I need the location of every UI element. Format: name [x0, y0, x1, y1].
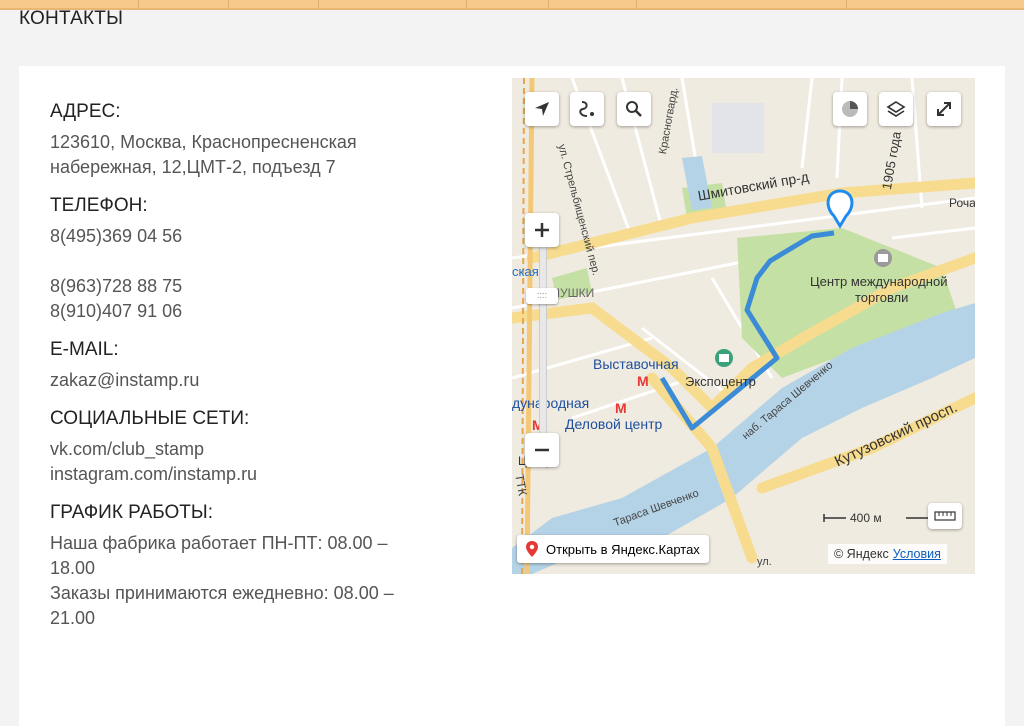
- locate-button[interactable]: [525, 92, 559, 126]
- route-button[interactable]: [570, 92, 604, 126]
- schedule-line: Заказы принимаются ежедневно: 08.00 –: [50, 583, 394, 603]
- instagram-link[interactable]: instagram.com/instamp.ru: [50, 462, 470, 487]
- terms-link[interactable]: Условия: [893, 547, 941, 561]
- map-canvas[interactable]: M M M: [512, 78, 975, 574]
- layers-icon: [886, 101, 906, 117]
- social-title: СОЦИАЛЬНЫЕ СЕТИ:: [50, 408, 250, 429]
- open-in-yandex-maps-button[interactable]: Открыть в Яндекс.Картах: [517, 535, 709, 563]
- map-label: Роча: [949, 196, 975, 210]
- nav-separator: [466, 0, 467, 8]
- contact-info: АДРЕС: 123610, Москва, Краснопресненская…: [50, 100, 470, 631]
- svg-text:M: M: [637, 373, 649, 389]
- map-label: Экспоцентр: [685, 374, 756, 389]
- metro-station-label: Деловой центр: [565, 416, 663, 432]
- traffic-icon: [842, 101, 858, 117]
- page-title: КОНТАКТЫ: [19, 8, 124, 29]
- phone-title: ТЕЛЕФОН:: [50, 195, 148, 216]
- top-navigation-bar: [0, 0, 1024, 10]
- nav-separator: [846, 0, 847, 8]
- ruler-button[interactable]: [928, 503, 962, 529]
- map-copyright: © Яндекс Условия: [828, 544, 947, 564]
- copyright-text: © Яндекс: [834, 547, 889, 561]
- schedule-line: 18.00: [50, 558, 96, 578]
- zoom-slider-track[interactable]: [539, 243, 547, 433]
- nav-separator: [318, 0, 319, 8]
- phone-link[interactable]: 8(963)728 88 75: [50, 274, 470, 299]
- search-button[interactable]: [617, 92, 651, 126]
- address-line: набережная, 12,ЦМТ-2, подъезд 7: [50, 157, 336, 177]
- vk-link[interactable]: vk.com/club_stamp: [50, 437, 470, 462]
- nav-separator: [228, 0, 229, 8]
- email-title: E-MAIL:: [50, 339, 119, 360]
- zoom-slider-handle[interactable]: ::::: [526, 288, 558, 304]
- yandex-map[interactable]: M M M Шмитовский пр-д 1905 года Роча ул.…: [512, 78, 975, 574]
- open-in-yandex-label: Открыть в Яндекс.Картах: [546, 541, 700, 557]
- phone-link[interactable]: 8(910)407 91 06: [50, 299, 470, 324]
- schedule-line: 21.00: [50, 608, 96, 628]
- layers-button[interactable]: [879, 92, 913, 126]
- nav-separator: [636, 0, 637, 8]
- fullscreen-icon: [937, 102, 951, 116]
- traffic-button[interactable]: [833, 92, 867, 126]
- map-label: торговли: [855, 290, 909, 305]
- scale-label: 400 м: [850, 511, 882, 525]
- plus-icon: [535, 223, 549, 237]
- map-label: ул.: [757, 556, 772, 568]
- map-label: Центр международной: [810, 274, 948, 289]
- map-label: ская: [512, 264, 539, 279]
- fullscreen-button[interactable]: [927, 92, 961, 126]
- ruler-icon: [934, 511, 956, 521]
- search-icon: [626, 101, 642, 117]
- minus-icon: [535, 448, 549, 452]
- schedule-line: Наша фабрика работает ПН-ПТ: 08.00 –: [50, 533, 388, 553]
- metro-station-label: дународная: [512, 395, 590, 411]
- contacts-card: АДРЕС: 123610, Москва, Краснопресненская…: [19, 66, 1005, 726]
- email-link[interactable]: zakaz@instamp.ru: [50, 368, 470, 393]
- zoom-out-button[interactable]: [525, 433, 559, 467]
- nav-separator: [138, 0, 139, 8]
- metro-station-label: Выставочная: [593, 356, 679, 372]
- nav-separator: [548, 0, 549, 8]
- phone-link[interactable]: 8(495)369 04 56: [50, 224, 470, 249]
- address-title: АДРЕС:: [50, 101, 121, 122]
- route-icon: [579, 101, 594, 117]
- map-pin-icon: [526, 541, 538, 557]
- navigation-arrow-icon: [535, 102, 549, 116]
- address-line: 123610, Москва, Краснопресненская: [50, 132, 357, 152]
- svg-text:M: M: [615, 400, 627, 416]
- zoom-in-button[interactable]: [525, 213, 559, 247]
- schedule-title: ГРАФИК РАБОТЫ:: [50, 502, 213, 523]
